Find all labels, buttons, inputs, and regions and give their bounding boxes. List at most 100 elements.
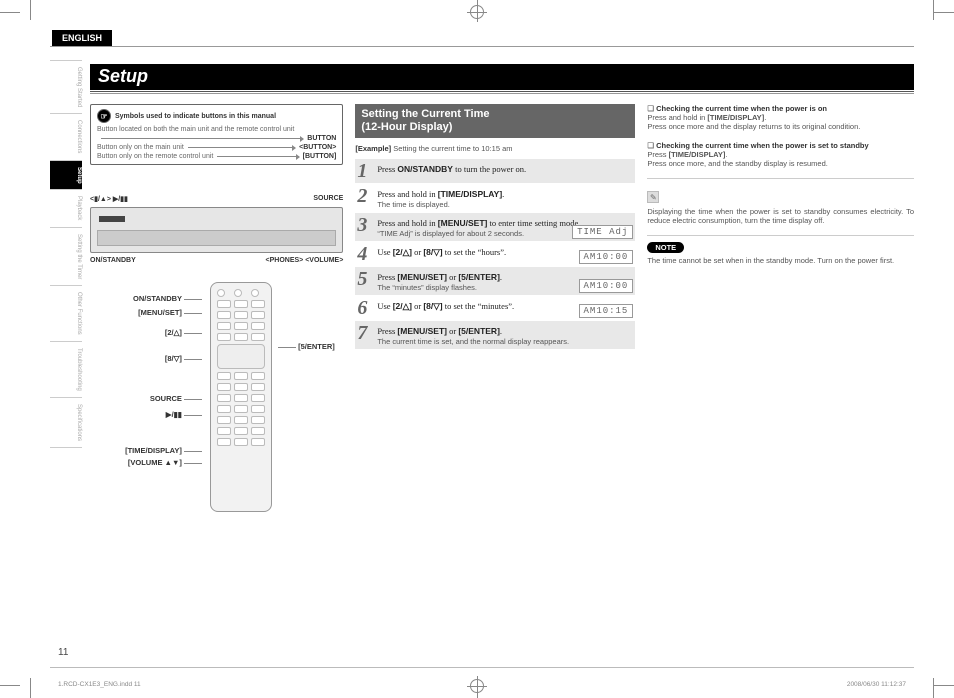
remote-callout: [MENU/SET] (138, 308, 182, 317)
device-callout: <PHONES> <VOLUME> (266, 257, 344, 264)
step-number: 3 (357, 216, 373, 238)
legend-label: BUTTON (307, 135, 336, 142)
section-heading: Setting the Current Time (12-Hour Displa… (355, 104, 635, 138)
remote-callout: [VOLUME ▲▼] (128, 458, 182, 467)
registration-mark-icon (470, 5, 484, 19)
example-line: [Example] Setting the current time to 10… (355, 144, 635, 153)
divider (647, 235, 914, 236)
step-row: 7Press [MENU/SET] or [5/ENTER].The curre… (355, 321, 635, 350)
subsection-title: Checking the current time when the power… (647, 104, 914, 113)
pencil-icon: ✎ (647, 191, 659, 203)
crop-mark (0, 12, 20, 13)
device-callout: <▮/▲> ▶/▮▮ (90, 195, 128, 203)
column-diagrams: ☞ Symbols used to indicate buttons in th… (90, 104, 343, 638)
crop-mark (934, 685, 954, 686)
lcd-display: TIME Adj (572, 225, 633, 239)
side-nav-item: Troubleshooting (50, 341, 82, 397)
side-nav: Getting Started Connections Setup Playba… (50, 60, 82, 448)
device-callout: SOURCE (313, 195, 343, 203)
steps-list: 1Press ON/STANDBY to turn the power on. 2… (355, 159, 635, 350)
remote-callout: [TIME/DISPLAY] (125, 446, 182, 455)
step-row: 3Press and hold in [MENU/SET] to enter t… (355, 213, 635, 242)
language-tab: ENGLISH (52, 30, 112, 46)
subsection-title: Checking the current time when the power… (647, 141, 914, 150)
device-diagram: <▮/▲> ▶/▮▮ SOURCE ON/STANDBY <PHONES> <V… (90, 195, 343, 264)
main-unit-illustration (90, 207, 343, 253)
legend-title: Symbols used to indicate buttons in this… (115, 113, 276, 120)
side-nav-item: Playback (50, 189, 82, 226)
remote-callout: ▶/▮▮ (166, 410, 182, 419)
step-main: Press and hold in [TIME/DISPLAY]. (377, 189, 633, 199)
page-number: 11 (58, 647, 68, 658)
page-title: Setup (90, 64, 914, 90)
step-row: 1Press ON/STANDBY to turn the power on. (355, 159, 635, 184)
side-nav-item: Other Functions (50, 285, 82, 341)
side-nav-item: Connections (50, 113, 82, 159)
step-body: Press [MENU/SET] or [5/ENTER].The curren… (377, 324, 633, 346)
footer-file: 1.RCD-CX1E3_ENG.indd 11 (58, 681, 141, 688)
body-text: Press and hold in [TIME/DISPLAY]. (647, 113, 914, 122)
registration-mark-icon (470, 679, 484, 693)
step-row: 5Press [MENU/SET] or [5/ENTER].The “minu… (355, 267, 635, 296)
step-main: Press [MENU/SET] or [5/ENTER]. (377, 326, 633, 336)
divider (647, 178, 914, 179)
remote-illustration (210, 282, 272, 512)
legend-desc: Button located on both the main unit and… (97, 126, 336, 133)
hand-icon: ☞ (97, 109, 111, 123)
lcd-display: AM10:00 (579, 250, 634, 264)
column-steps: Setting the Current Time (12-Hour Displa… (355, 104, 635, 638)
rule (90, 93, 914, 94)
side-nav-item: Specifications (50, 397, 82, 448)
step-number: 5 (357, 270, 373, 292)
footer-timestamp: 2008/06/30 11:12:37 (847, 681, 906, 688)
body-text: Press once more and the display returns … (647, 122, 914, 131)
section-title-line1: Setting the Current Time (361, 108, 489, 120)
rule (50, 667, 914, 668)
remote-diagram: ON/STANDBY [MENU/SET] [2/△] [8/▽] [5/ENT… (90, 282, 343, 542)
legend-row: Button only on the main unit (97, 144, 184, 151)
crop-mark (934, 12, 954, 13)
side-nav-item: Getting Started (50, 60, 82, 113)
body-text: Press once more, and the standby display… (647, 159, 914, 168)
step-sub: The time is displayed. (377, 200, 633, 209)
legend-label: <BUTTON> (299, 144, 336, 151)
example-text: Setting the current time to 10:15 am (393, 144, 512, 153)
body-text: Press [TIME/DISPLAY]. (647, 150, 914, 159)
remote-callout: SOURCE (150, 394, 182, 403)
rule (90, 91, 914, 92)
page: ENGLISH Getting Started Connections Setu… (40, 30, 924, 668)
step-main: Press ON/STANDBY to turn the power on. (377, 164, 633, 174)
lcd-display: AM10:15 (579, 304, 634, 318)
side-nav-item-active: Setup (50, 160, 82, 190)
step-row: 6Use [2/△] or [8/▽] to set the “minutes”… (355, 296, 635, 321)
legend-row: Button only on the remote control unit (97, 153, 213, 160)
step-number: 6 (357, 299, 373, 317)
step-number: 4 (357, 245, 373, 263)
rule (50, 46, 914, 47)
section-title-line2: (12-Hour Display) (361, 121, 452, 133)
device-callout: ON/STANDBY (90, 257, 136, 264)
example-label: [Example] (355, 144, 391, 153)
columns: ☞ Symbols used to indicate buttons in th… (90, 104, 914, 638)
step-row: 4Use [2/△] or [8/▽] to set the “hours”.A… (355, 242, 635, 267)
column-notes: Checking the current time when the power… (647, 104, 914, 638)
note-badge: NOTE (647, 242, 684, 253)
remote-callout: [2/△] (165, 328, 182, 337)
body-text: Displaying the time when the power is se… (647, 207, 914, 225)
crop-mark (30, 678, 31, 698)
step-number: 7 (357, 324, 373, 346)
crop-mark (0, 685, 20, 686)
crop-mark (30, 0, 31, 20)
crop-mark (933, 678, 934, 698)
step-number: 2 (357, 187, 373, 209)
crop-mark (933, 0, 934, 20)
legend-box: ☞ Symbols used to indicate buttons in th… (90, 104, 343, 165)
side-nav-item: Setting the Timer (50, 227, 82, 285)
step-sub: The current time is set, and the normal … (377, 337, 633, 346)
body-text: The time cannot be set when in the stand… (647, 256, 914, 265)
remote-callout: ON/STANDBY (133, 294, 182, 303)
step-body: Press ON/STANDBY to turn the power on. (377, 162, 633, 180)
remote-callout: [5/ENTER] (298, 342, 335, 351)
step-body: Press and hold in [TIME/DISPLAY].The tim… (377, 187, 633, 209)
lcd-display: AM10:00 (579, 279, 634, 293)
